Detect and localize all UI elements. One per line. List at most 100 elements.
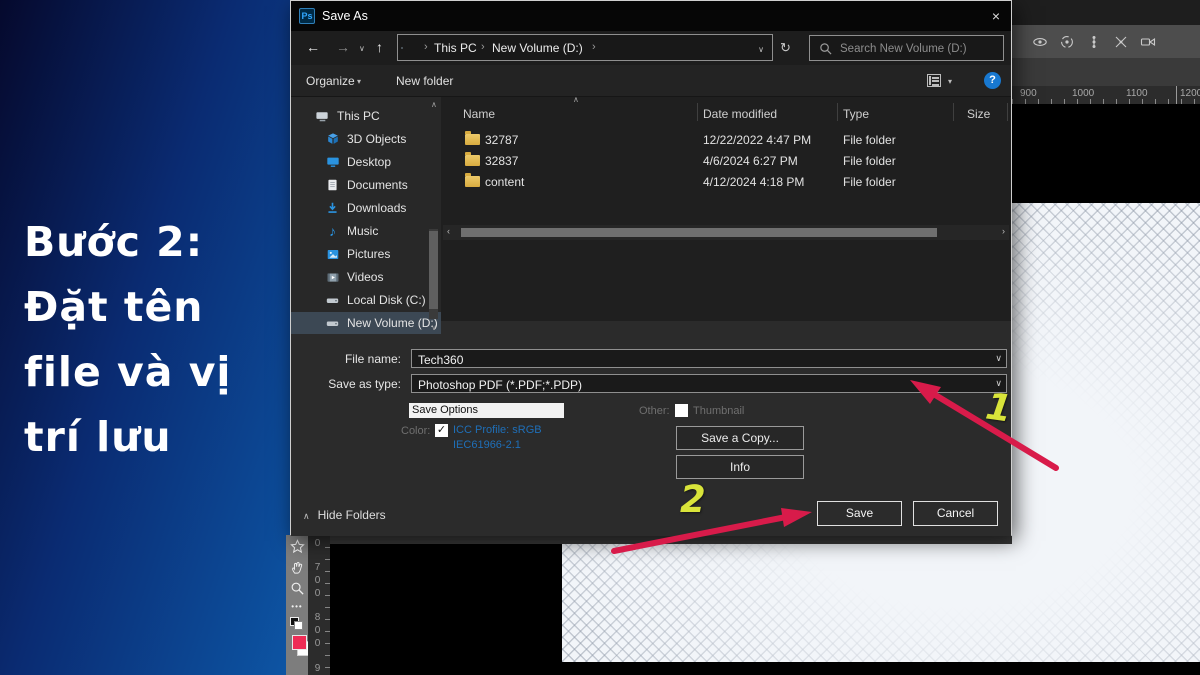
hide-folders-button[interactable]: ∧Hide Folders (303, 508, 386, 522)
forward-button[interactable]: → (336, 39, 350, 55)
sidebar-item-pictures[interactable]: Pictures (291, 243, 441, 265)
organize-button[interactable]: Organize (306, 74, 355, 88)
roll-3d-icon[interactable] (1059, 34, 1075, 50)
search-input[interactable] (838, 38, 1002, 59)
save-as-dialog: Ps Save As × ← → ∨ ↑ › This PC › New Vol… (290, 0, 1012, 535)
toolbar-ellipsis-icon[interactable]: ••• (291, 602, 302, 611)
sidebar-item-documents[interactable]: Documents (291, 174, 441, 196)
ruler-mark: 700 (312, 562, 323, 601)
slide-3d-icon[interactable] (1113, 34, 1129, 50)
ruler-mark: 1200 (1180, 88, 1200, 99)
sidebar-item-music[interactable]: ♪ Music (291, 220, 441, 242)
back-button[interactable]: ← (306, 39, 320, 55)
sidebar-item-label: New Volume (D:) (347, 316, 438, 330)
organize-caret-icon: ▾ (357, 77, 361, 86)
color-swatches[interactable] (290, 635, 304, 649)
ruler-mark: 1000 (1072, 88, 1094, 99)
custom-shape-tool-icon[interactable] (290, 539, 305, 554)
breadcrumb-this-pc[interactable]: This PC (434, 41, 477, 55)
close-icon[interactable]: × (985, 6, 1007, 26)
refresh-icon[interactable]: ↻ (780, 40, 791, 56)
file-name-input[interactable] (416, 351, 980, 368)
save-as-type-value[interactable] (416, 376, 980, 393)
camera-3d-icon[interactable] (1140, 34, 1156, 50)
command-bar: Organize ▾ New folder ▾ ? (291, 65, 1011, 97)
thumbnail-checkbox[interactable] (675, 404, 688, 417)
pasteboard (330, 535, 562, 675)
sidebar-item-label: This PC (337, 109, 380, 123)
foreground-color-swatch[interactable] (292, 635, 307, 650)
step-caption: Bước 2: Đặt tên file và vị trí lưu (24, 210, 284, 470)
info-button[interactable]: Info (676, 455, 804, 479)
sidebar-item-3d-objects[interactable]: 3D Objects (291, 128, 441, 150)
address-dropdown-icon[interactable]: ∨ (758, 45, 764, 54)
ruler-mark: 1100 (1126, 88, 1148, 99)
sort-ascending-icon: ∧ (573, 95, 579, 104)
breadcrumb-separator: › (592, 41, 596, 53)
folder-icon (465, 134, 480, 145)
vertical-ruler: 0 700 800 9 (308, 535, 330, 675)
folder-icon (465, 155, 480, 166)
view-caret-icon[interactable]: ▾ (948, 77, 952, 86)
search-box[interactable] (809, 35, 1004, 61)
column-header-name[interactable]: Name (463, 107, 495, 121)
icc-profile-checkbox[interactable]: ✓ (435, 424, 448, 437)
sidebar-item-downloads[interactable]: Downloads (291, 197, 441, 219)
file-name-field[interactable]: ∨ (411, 349, 1007, 368)
column-header-type[interactable]: Type (843, 107, 869, 121)
new-folder-button[interactable]: New folder (396, 74, 453, 88)
zoom-tool-icon[interactable] (290, 581, 305, 596)
sidebar-item-label: Local Disk (C:) (347, 293, 426, 307)
color-label: Color: (401, 425, 430, 437)
ps-toolbar: ••• (286, 535, 308, 675)
recent-locations-button[interactable]: ∨ (359, 44, 365, 53)
sidebar-item-label: Pictures (347, 247, 390, 261)
scroll-right-icon[interactable]: › (1002, 226, 1005, 236)
step-number-2: 2 (680, 478, 706, 521)
help-icon[interactable]: ? (984, 72, 1001, 89)
desktop-icon (325, 155, 340, 170)
photoshop-app-icon: Ps (299, 8, 315, 24)
save-button[interactable]: Save (817, 501, 902, 526)
sidebar-item-label: Downloads (347, 201, 406, 215)
dialog-body: ∧ This PC 3D Objects Desktop Documents (291, 97, 1011, 321)
hand-tool-icon[interactable] (290, 560, 305, 575)
column-header-size[interactable]: Size (967, 107, 990, 121)
screen: 900 1000 1100 1200 ••• 0 700 800 9 Bước … (0, 0, 1200, 675)
scroll-left-icon[interactable]: ‹ (447, 226, 450, 236)
address-bar[interactable]: › This PC › New Volume (D:) › ∨ (397, 34, 773, 61)
cancel-button[interactable]: Cancel (913, 501, 998, 526)
sidebar-item-this-pc[interactable]: This PC (291, 105, 441, 127)
change-view-icon[interactable] (927, 74, 941, 87)
save-as-type-select[interactable]: ∨ (411, 374, 1007, 393)
ruler-mark: 900 (1020, 88, 1037, 99)
navigation-pane: ∧ This PC 3D Objects Desktop Documents (291, 97, 441, 321)
dialog-title: Save As (322, 9, 368, 23)
sidebar-item-videos[interactable]: Videos (291, 266, 441, 288)
file-list: ∧ Name Date modified Type Size 32787 12/… (441, 97, 1011, 321)
file-date: 12/22/2022 4:47 PM (703, 133, 811, 147)
file-type: File folder (843, 133, 896, 147)
sidebar-item-new-volume-d[interactable]: New Volume (D:) (291, 312, 441, 334)
sidebar-item-label: Documents (347, 178, 408, 192)
sidebar-item-local-disk-c[interactable]: Local Disk (C:) (291, 289, 441, 311)
sidebar-scrollbar-thumb[interactable] (429, 231, 438, 309)
chevron-down-icon[interactable]: ∨ (995, 353, 1002, 364)
cube-icon (325, 132, 340, 147)
other-label: Other: (639, 405, 670, 417)
orbit-3d-icon[interactable] (1032, 34, 1048, 50)
up-button[interactable]: ↑ (376, 39, 383, 55)
ps-window-strip (1012, 0, 1200, 25)
column-header-date-modified[interactable]: Date modified (703, 107, 777, 121)
sidebar-item-desktop[interactable]: Desktop (291, 151, 441, 173)
save-a-copy-button[interactable]: Save a Copy... (676, 426, 804, 450)
horizontal-scrollbar-thumb[interactable] (461, 228, 937, 237)
pan-3d-icon[interactable] (1086, 34, 1102, 50)
caption-line: trí lưu (24, 405, 284, 470)
sidebar-item-label: 3D Objects (347, 132, 406, 146)
computer-icon (315, 109, 330, 124)
default-colors-icon[interactable] (290, 617, 304, 629)
sidebar-scroll-down-icon[interactable]: ∨ (431, 323, 437, 332)
dialog-titlebar[interactable]: Ps Save As × (291, 1, 1011, 31)
breadcrumb-new-volume[interactable]: New Volume (D:) (492, 41, 583, 55)
